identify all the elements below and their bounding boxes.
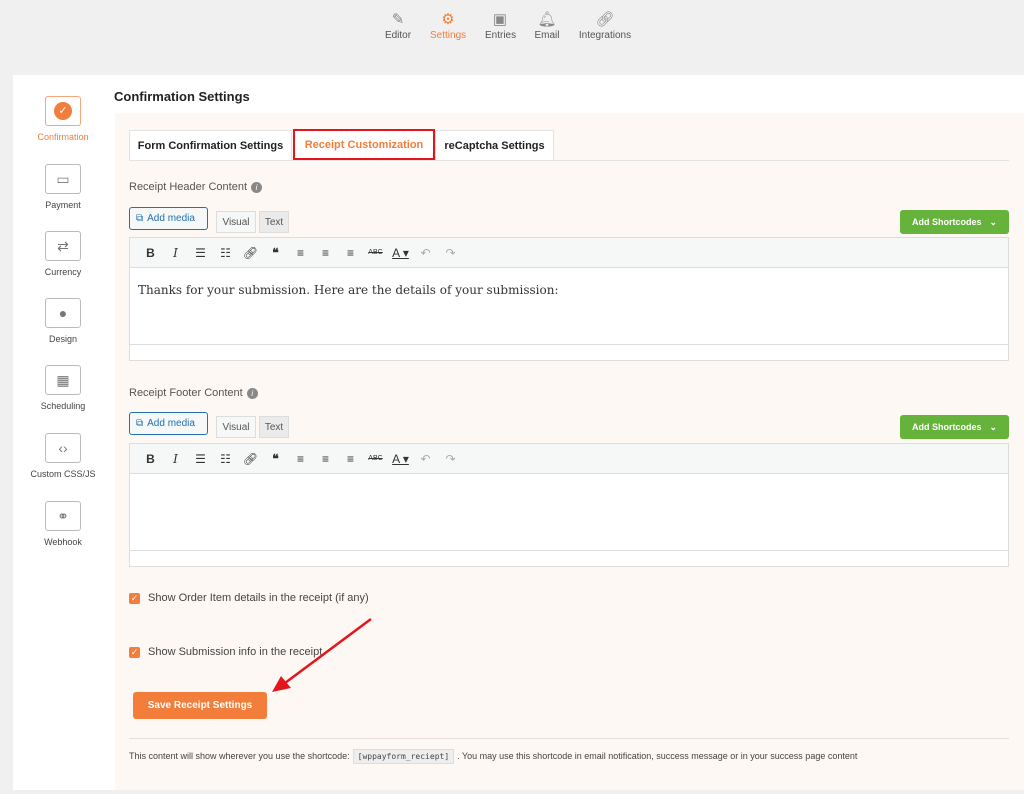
red-arrow-annotation (0, 0, 1024, 794)
